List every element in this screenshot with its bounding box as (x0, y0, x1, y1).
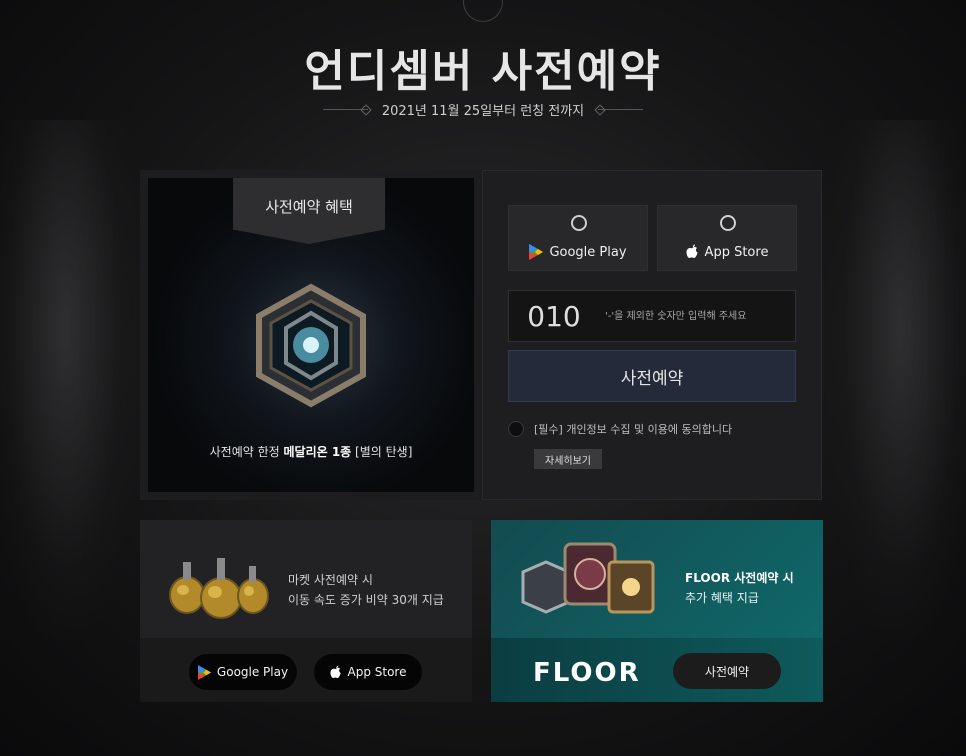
phone-field: 010 (508, 290, 796, 342)
reward-caption: 사전예약 한정 메달리온 1종 [별의 탄생] (148, 443, 474, 460)
floor-preregister-button[interactable]: 사전예약 (673, 653, 781, 689)
reward-banner-label: 사전예약 혜택 (265, 197, 353, 216)
subtitle-row: 2021년 11월 25일부터 런칭 전까지 (0, 100, 966, 119)
privacy-agree-row[interactable]: [필수] 개인정보 수집 및 이용에 동의합니다 (508, 421, 732, 437)
market-reward-text: 마켓 사전예약 시 이동 속도 증가 비약 30개 지급 (288, 570, 444, 610)
market-reward-line2: 이동 속도 증가 비약 30개 지급 (288, 593, 444, 607)
market-google-play-button[interactable]: Google Play (189, 654, 297, 690)
market-reward-line1: 마켓 사전예약 시 (288, 573, 373, 587)
google-play-icon (529, 244, 544, 260)
launch-period-text: 2021년 11월 25일부터 런칭 전까지 (381, 104, 585, 119)
store-label-app-store: App Store (658, 244, 796, 260)
background-warrior-left (0, 120, 140, 640)
reward-caption-highlight: 메달리온 1종 (283, 445, 352, 459)
apple-icon (686, 244, 698, 258)
preregister-form: Google Play App Store 010 사전예약 [필수] 개인정보… (482, 170, 822, 500)
privacy-agree-checkbox[interactable] (508, 421, 524, 437)
market-app-store-label: App Store (347, 665, 407, 679)
potion-bottles-icon (169, 558, 269, 619)
floor-reward-panel: FLOOR 사전예약 시 추가 혜택 지급 FLOOR 사전예약 (491, 520, 823, 702)
floor-reward-line2: 추가 혜택 지급 (685, 591, 759, 605)
divider-right (598, 109, 644, 110)
page-title: 언디셈버 사전예약 (304, 46, 662, 97)
top-ornament-icon (463, 0, 503, 22)
privacy-detail-button[interactable]: 자세히보기 (534, 449, 602, 469)
floor-reward-text: FLOOR 사전예약 시 추가 혜택 지급 (685, 568, 794, 608)
reward-caption-prefix: 사전예약 한정 (209, 445, 284, 459)
store-option-google-play[interactable]: Google Play (508, 205, 648, 271)
medallion-icon (256, 283, 366, 408)
background-warrior-right (826, 120, 966, 640)
phone-prefix: 010 (527, 299, 581, 333)
floor-reward-line1: FLOOR 사전예약 시 (685, 571, 794, 585)
divider-left (322, 109, 368, 110)
app-store-radio[interactable] (720, 215, 736, 231)
store-label-google-play: Google Play (509, 244, 647, 260)
google-play-radio[interactable] (571, 215, 587, 231)
google-play-icon (197, 664, 211, 680)
store-option-app-store[interactable]: App Store (657, 205, 797, 271)
reward-panel: 사전예약 혜택 사전예약 한정 메달리온 1종 [별의 탄생] (140, 170, 482, 500)
market-reward-panel: 마켓 사전예약 시 이동 속도 증가 비약 30개 지급 Google Play… (140, 520, 472, 702)
privacy-agree-label: [필수] 개인정보 수집 및 이용에 동의합니다 (534, 423, 733, 436)
market-app-store-button[interactable]: App Store (314, 654, 422, 690)
floor-logo: FLOOR (533, 658, 641, 688)
market-google-play-label: Google Play (216, 665, 289, 679)
item-gems-icon (521, 542, 655, 614)
apple-icon (329, 665, 341, 678)
app-store-label: App Store (704, 244, 769, 260)
preregister-button[interactable]: 사전예약 (508, 350, 796, 402)
reward-caption-suffix: [별의 탄생] (351, 445, 413, 459)
google-play-label: Google Play (549, 244, 627, 260)
phone-input[interactable] (599, 291, 795, 341)
